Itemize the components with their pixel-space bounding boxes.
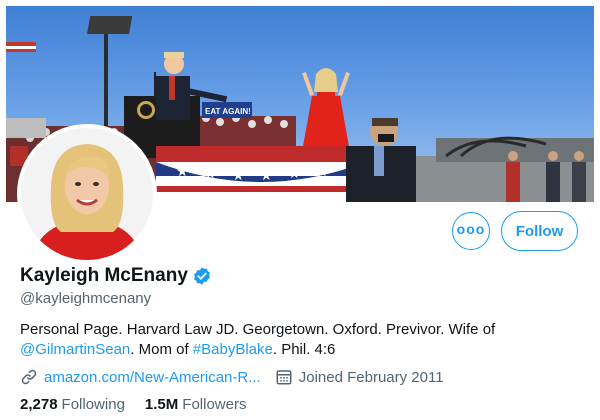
following-count: 2,278 bbox=[20, 396, 58, 413]
followers-count: 1.5M bbox=[144, 396, 179, 413]
banner-sign-text: EAT AGAIN! bbox=[205, 107, 251, 116]
bio-text-part-3: . Phil. 4:6 bbox=[272, 341, 336, 358]
bio-mention-link[interactable]: @GilmartinSean bbox=[20, 341, 130, 358]
bio-hashtag-link[interactable]: #BabyBlake bbox=[193, 341, 273, 358]
svg-text:★: ★ bbox=[204, 166, 217, 182]
profile-joined-date: Joined February 2011 bbox=[298, 368, 444, 386]
avatar-portrait-illustration bbox=[21, 128, 153, 260]
followers-label: Followers bbox=[182, 396, 247, 413]
more-options-icon: ooo bbox=[456, 221, 486, 237]
profile-name-row: Kayleigh McEnany bbox=[20, 265, 212, 287]
verified-badge-icon bbox=[193, 267, 210, 285]
followers-stat-link[interactable]: 1.5M Followers bbox=[145, 396, 247, 413]
profile-handle: @kayleighmcenany bbox=[20, 290, 152, 307]
profile-bio: Personal Page. Harvard Law JD. Georgetow… bbox=[20, 320, 580, 360]
svg-text:★: ★ bbox=[260, 168, 273, 184]
profile-meta-row: amazon.com/New-American-R... Joined Febr… bbox=[20, 368, 444, 386]
following-stat-link[interactable]: 2,278 Following bbox=[20, 396, 125, 413]
link-icon bbox=[21, 369, 37, 385]
more-options-button[interactable]: ooo bbox=[452, 212, 490, 250]
svg-text:★: ★ bbox=[232, 168, 245, 184]
follow-button[interactable]: Follow bbox=[501, 211, 578, 251]
profile-stats: 2,278 Following 1.5M Followers bbox=[20, 396, 266, 413]
svg-text:★: ★ bbox=[288, 166, 301, 182]
calendar-icon bbox=[276, 370, 292, 385]
profile-page: EAT AGAIN! ★ ★ ★ ★ ★ ★ ooo Follow Kaylei… bbox=[0, 0, 600, 420]
bio-text-part-1: Personal Page. Harvard Law JD. Georgetow… bbox=[20, 321, 496, 338]
bio-text-part-2: . Mom of bbox=[130, 341, 193, 358]
profile-website-link[interactable]: amazon.com/New-American-R... bbox=[44, 369, 261, 386]
profile-avatar[interactable] bbox=[17, 124, 157, 264]
profile-name: Kayleigh McEnany bbox=[20, 265, 188, 286]
svg-text:★: ★ bbox=[176, 164, 189, 180]
svg-text:★: ★ bbox=[316, 164, 329, 180]
following-label: Following bbox=[61, 396, 125, 413]
